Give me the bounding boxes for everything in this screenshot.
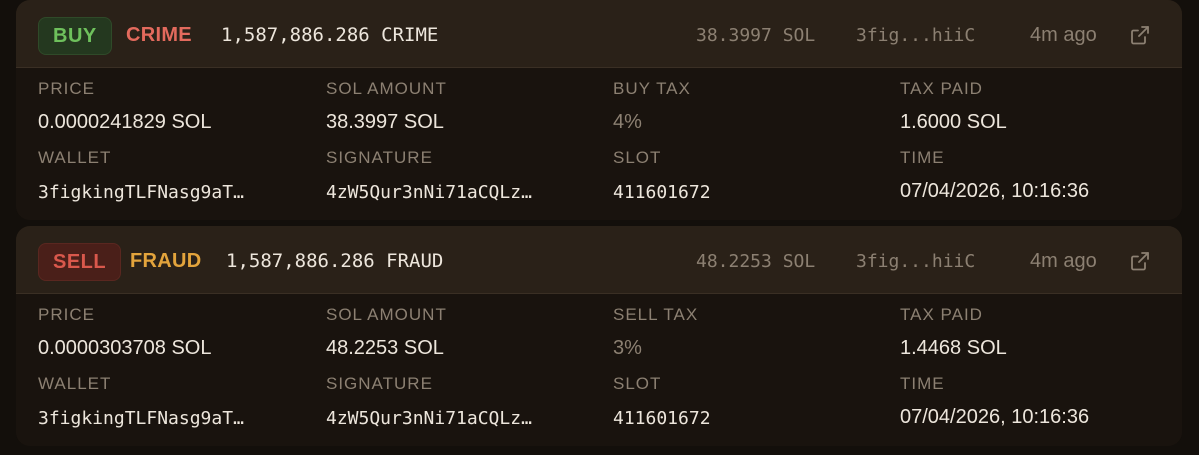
wallet-field: WALLET 3figkingTLFNasg9aT… [38,148,244,203]
wallet-short-link[interactable]: 3fig...hiiC [856,251,975,272]
price-value: 0.0000241829 SOL [38,111,212,133]
tax-paid-label: TAX PAID [900,79,983,98]
price-label: PRICE [38,305,95,324]
tax-paid-value: 1.6000 SOL [900,111,1007,133]
sol-amount-label: SOL AMOUNT [326,79,447,98]
time-value: 07/04/2026, 10:16:36 [900,180,1090,202]
side-badge: BUY [38,17,112,55]
tax-value: 4% [613,111,642,133]
trade-card-header: SELL FRAUD 1,587,886.286 FRAUD 48.2253 S… [16,226,1182,294]
time-label: TIME [900,148,945,167]
signature-field: SIGNATURE 4zW5Qur3nNi71aCQLz… [326,148,532,203]
signature-field: SIGNATURE 4zW5Qur3nNi71aCQLz… [326,374,532,429]
wallet-short-link[interactable]: 3fig...hiiC [856,25,975,46]
relative-time: 4m ago [1030,250,1097,272]
signature-label: SIGNATURE [326,148,433,167]
side-badge: SELL [38,243,122,281]
slot-field: SLOT 411601672 [613,148,711,203]
signature-value[interactable]: 4zW5Qur3nNi71aCQLz… [326,182,532,203]
token-symbol: CRIME [126,24,192,46]
tax-field: SELL TAX 3% [613,305,698,360]
trade-card-header: BUY CRIME 1,587,886.286 CRIME 38.3997 SO… [16,0,1182,68]
trade-card: BUY CRIME 1,587,886.286 CRIME 38.3997 SO… [16,0,1182,220]
external-link-icon[interactable] [1129,24,1151,46]
tax-label: SELL TAX [613,305,699,324]
tax-label: BUY TAX [613,79,691,98]
signature-value[interactable]: 4zW5Qur3nNi71aCQLz… [326,408,532,429]
time-value: 07/04/2026, 10:16:36 [900,406,1090,428]
token-amount: 1,587,886.286 FRAUD [226,250,444,272]
time-field: TIME 07/04/2026, 10:16:36 [900,374,1089,429]
time-label: TIME [900,374,945,393]
trade-card: SELL FRAUD 1,587,886.286 FRAUD 48.2253 S… [16,226,1182,446]
slot-label: SLOT [613,148,662,167]
price-field: PRICE 0.0000241829 SOL [38,79,212,134]
sol-amount-value: 48.2253 SOL [326,337,444,359]
time-field: TIME 07/04/2026, 10:16:36 [900,148,1089,203]
price-value: 0.0000303708 SOL [38,337,212,359]
sol-amount-field: SOL AMOUNT 38.3997 SOL [326,79,447,134]
tax-paid-field: TAX PAID 1.6000 SOL [900,79,1007,134]
tax-field: BUY TAX 4% [613,79,691,134]
tax-paid-field: TAX PAID 1.4468 SOL [900,305,1007,360]
slot-value: 411601672 [613,408,711,429]
external-link-icon[interactable] [1129,250,1151,272]
sol-amount-value: 38.3997 SOL [326,111,444,133]
trade-card-details: PRICE 0.0000303708 SOL SOL AMOUNT 48.225… [16,294,1182,446]
token-symbol: FRAUD [130,250,202,272]
wallet-value[interactable]: 3figkingTLFNasg9aT… [38,408,244,429]
tax-value: 3% [613,337,642,359]
slot-value: 411601672 [613,182,711,203]
price-field: PRICE 0.0000303708 SOL [38,305,212,360]
sol-amount-field: SOL AMOUNT 48.2253 SOL [326,305,447,360]
sol-value: 48.2253 SOL [696,251,816,272]
tax-paid-value: 1.4468 SOL [900,337,1007,359]
slot-label: SLOT [613,374,662,393]
signature-label: SIGNATURE [326,374,433,393]
price-label: PRICE [38,79,95,98]
slot-field: SLOT 411601672 [613,374,711,429]
wallet-label: WALLET [38,148,112,167]
wallet-value[interactable]: 3figkingTLFNasg9aT… [38,182,244,203]
sol-amount-label: SOL AMOUNT [326,305,447,324]
wallet-field: WALLET 3figkingTLFNasg9aT… [38,374,244,429]
tax-paid-label: TAX PAID [900,305,983,324]
token-amount: 1,587,886.286 CRIME [221,24,439,46]
wallet-label: WALLET [38,374,112,393]
sol-value: 38.3997 SOL [696,25,816,46]
trade-card-details: PRICE 0.0000241829 SOL SOL AMOUNT 38.399… [16,68,1182,220]
relative-time: 4m ago [1030,24,1097,46]
